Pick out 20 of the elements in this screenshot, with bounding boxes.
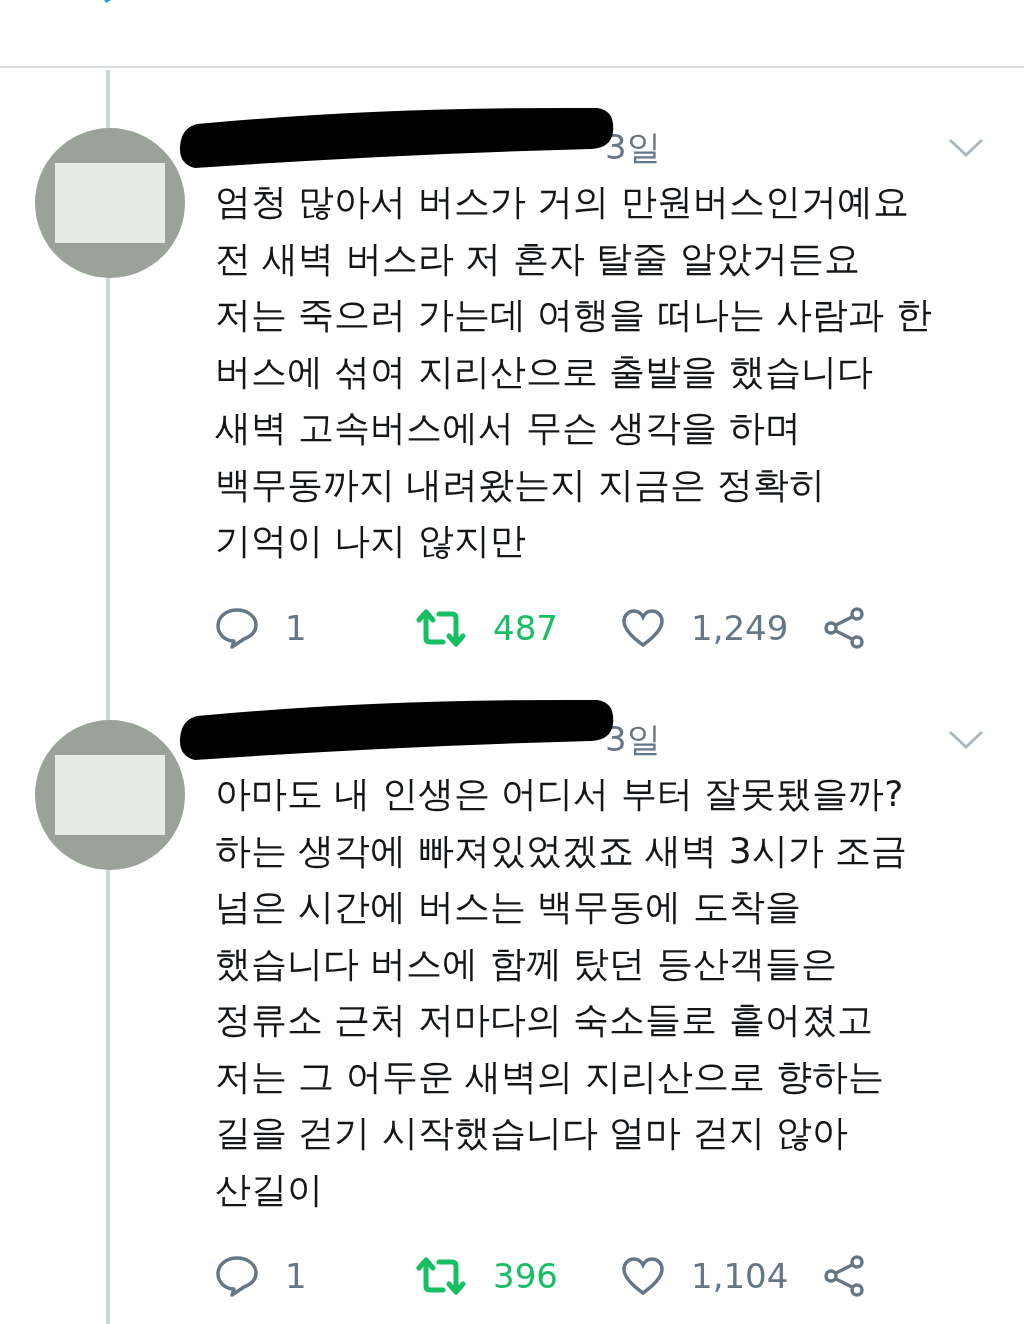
retweet-count: 487 [493, 607, 558, 648]
tweet-time: 3일 [605, 718, 661, 761]
retweet-icon[interactable] [415, 1256, 467, 1296]
speech-bubble-icon[interactable] [215, 605, 259, 650]
like-count: 1,104 [691, 1256, 789, 1296]
heart-icon[interactable] [621, 1256, 665, 1296]
reply-count: 1 [285, 607, 307, 648]
tweet-time: 3일 [605, 126, 661, 169]
reply-count: 1 [285, 1256, 307, 1296]
chevron-down-icon[interactable] [948, 730, 984, 750]
speech-bubble-icon[interactable] [215, 1254, 259, 1298]
like-count: 1,249 [691, 607, 789, 648]
share-icon[interactable] [823, 606, 867, 649]
heart-icon[interactable] [621, 607, 665, 648]
retweet-icon[interactable] [415, 607, 467, 648]
tweet-text: 엄청 많아서 버스가 거의 만원버스인거예요 전 새벽 버스라 저 혼자 탈줄 알았거든요 저는 죽으러 가는데 여행을 떠나는 사람과 한 버스에 섞여 지리산으로 출발을 했습니다 새벽 고속버스에서 무슨 생각을 하며 백무동까지 내려왔는지 지금은 정확히 기억이 나지 않지만 [215, 180, 933, 563]
share-icon[interactable] [823, 1255, 867, 1297]
tweet-text: 아마도 내 인생은 어디서 부터 잘못됐을까? 하는 생각에 빠져있었겠죠 새벽 3시가 조금 넘은 시간에 버스는 백무동에 도착을 했습니다 버스에 함께 탔던 등산객들은 정류소 근처 저마다의 숙소들로 흩어졌고 저는 그 어두운 새벽의 지리산으로 향하는 길을 걷기 시작했습니다 얼마 걷지 않아 산길이 [215, 772, 909, 1212]
chevron-down-icon[interactable] [948, 138, 984, 158]
retweet-count: 396 [493, 1256, 558, 1296]
